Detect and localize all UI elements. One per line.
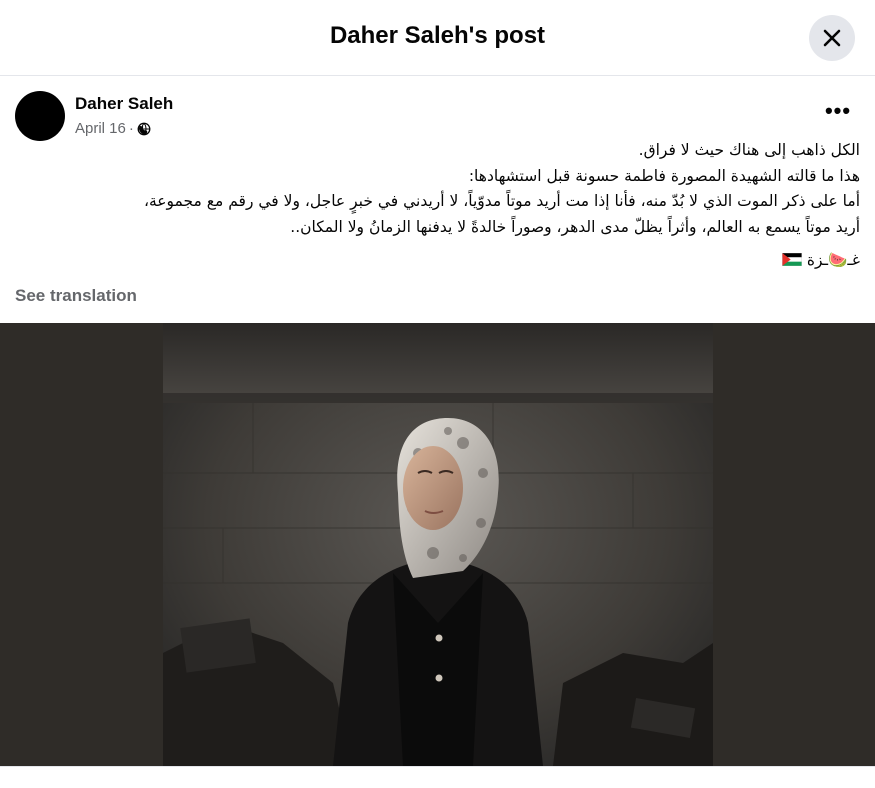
globe-icon[interactable] <box>137 122 151 136</box>
post-text-line: الكل ذاهب إلى هناك حيث لا فراق. <box>638 141 860 159</box>
meta-separator: · <box>128 120 134 137</box>
see-translation-link[interactable]: See translation <box>15 286 137 306</box>
post-header: Daher Saleh April 16 · ••• <box>0 77 875 141</box>
close-button[interactable] <box>809 15 855 61</box>
close-icon <box>823 29 841 47</box>
photo-woman-in-hijab <box>163 323 713 766</box>
more-options-button[interactable]: ••• <box>818 100 858 125</box>
dialog-title: Daher Saleh's post <box>329 22 546 49</box>
palestine-flag-icon <box>781 253 802 266</box>
post-meta: April 16 · <box>75 120 151 137</box>
avatar[interactable] <box>15 91 65 141</box>
post-text: الكل ذاهب إلى هناك حيث لا فراق. هذا ما ق… <box>15 138 860 274</box>
hashtag-line: غـ🍉ـزة <box>15 248 860 274</box>
hashtag[interactable]: غـ🍉ـزة <box>807 251 860 269</box>
post-text-line: هذا ما قالته الشهيدة المصورة فاطمة حسونة… <box>468 166 860 185</box>
author-name[interactable]: Daher Saleh <box>75 94 173 114</box>
post-photo-container[interactable] <box>0 323 875 766</box>
post-date[interactable]: April 16 <box>75 120 126 137</box>
post-dialog-header: Daher Saleh's post <box>0 0 875 76</box>
post-footer <box>0 766 875 788</box>
post-photo[interactable] <box>163 323 713 766</box>
post-text-line: أما على ذكر الموت الذي لا بُدّ منه، فأنا… <box>143 192 860 210</box>
post-text-line: أريد موتاً يسمع به العالم، وأثراً يظلّ م… <box>290 217 860 236</box>
